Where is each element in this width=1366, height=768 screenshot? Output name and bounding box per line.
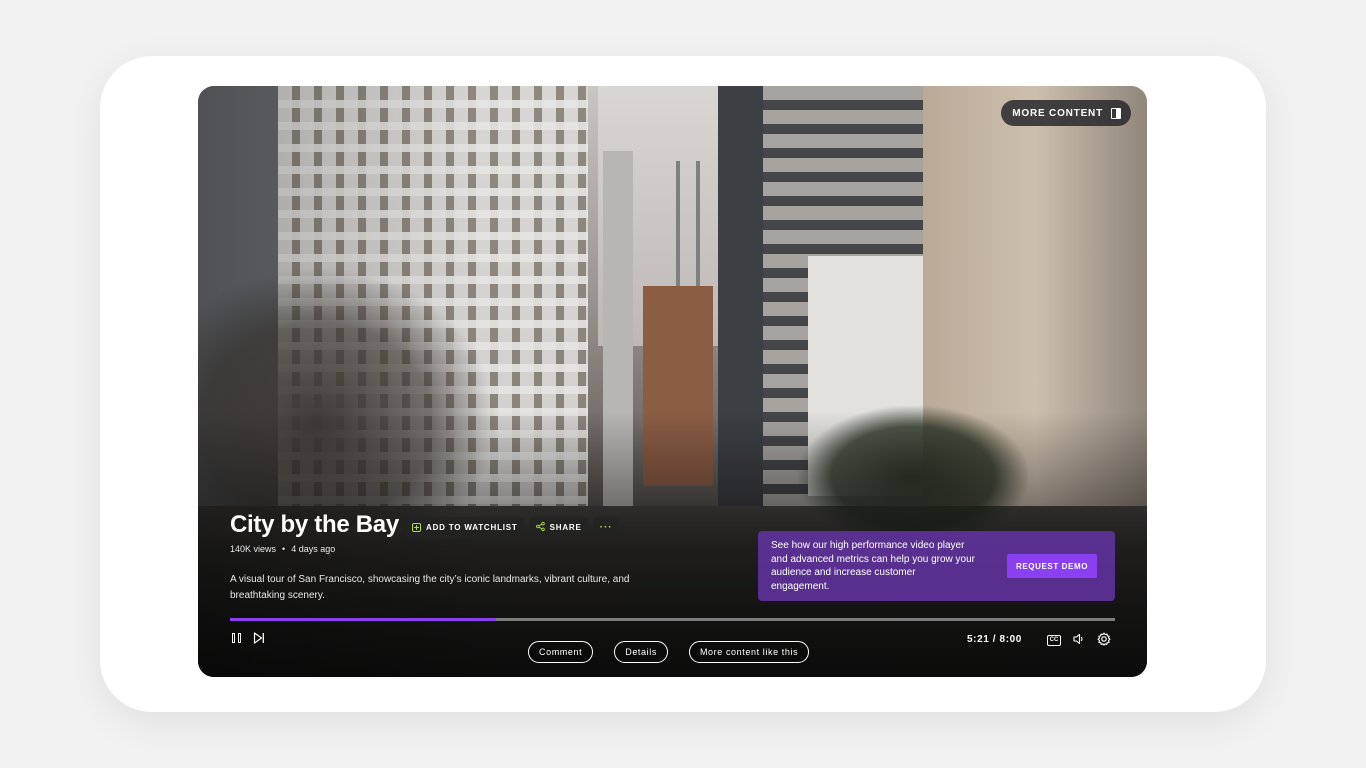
share-label: SHARE xyxy=(549,523,582,532)
volume-icon[interactable] xyxy=(1073,633,1085,648)
video-player[interactable]: MORE CONTENT City by the Bay ADD TO WATC… xyxy=(198,86,1147,677)
view-count: 140K views xyxy=(230,544,277,554)
upload-age: 4 days ago xyxy=(291,544,336,554)
pause-icon[interactable] xyxy=(232,633,241,643)
player-settings-controls: CC xyxy=(1047,632,1111,648)
plus-icon xyxy=(412,523,421,532)
video-meta: 140K views • 4 days ago xyxy=(230,544,335,554)
progress-fill xyxy=(230,618,496,621)
more-content-like-this-chip[interactable]: More content like this xyxy=(688,641,810,663)
meta-separator: • xyxy=(282,544,286,554)
more-options-button[interactable]: ··· xyxy=(593,517,619,538)
promo-banner: See how our high performance video playe… xyxy=(758,531,1115,601)
more-content-button[interactable]: MORE CONTENT xyxy=(1001,100,1131,126)
details-chip[interactable]: Details xyxy=(614,641,668,663)
watchlist-label: ADD TO WATCHLIST xyxy=(426,523,518,532)
time-display: 5:21 / 8:00 xyxy=(967,634,1022,645)
video-title: City by the Bay xyxy=(230,511,399,538)
action-row: ADD TO WATCHLIST SHARE ··· xyxy=(406,517,619,538)
video-description: A visual tour of San Francisco, showcasi… xyxy=(230,574,630,601)
more-content-label: MORE CONTENT xyxy=(1012,107,1103,119)
promo-text: See how our high performance video playe… xyxy=(771,540,976,592)
share-button[interactable]: SHARE xyxy=(529,517,588,538)
gear-icon[interactable] xyxy=(1097,632,1111,648)
playback-controls xyxy=(232,632,265,644)
comment-chip[interactable]: Comment xyxy=(528,641,594,663)
more-dots-icon: ··· xyxy=(599,522,613,533)
request-demo-button[interactable]: REQUEST DEMO xyxy=(1007,554,1097,578)
share-icon xyxy=(535,521,545,534)
progress-bar[interactable] xyxy=(230,618,1115,621)
chip-row: Comment Details More content like this xyxy=(528,641,810,663)
skip-next-icon[interactable] xyxy=(253,632,265,644)
panel-icon xyxy=(1111,107,1121,119)
add-to-watchlist-button[interactable]: ADD TO WATCHLIST xyxy=(406,517,524,538)
cc-icon[interactable]: CC xyxy=(1047,634,1061,646)
